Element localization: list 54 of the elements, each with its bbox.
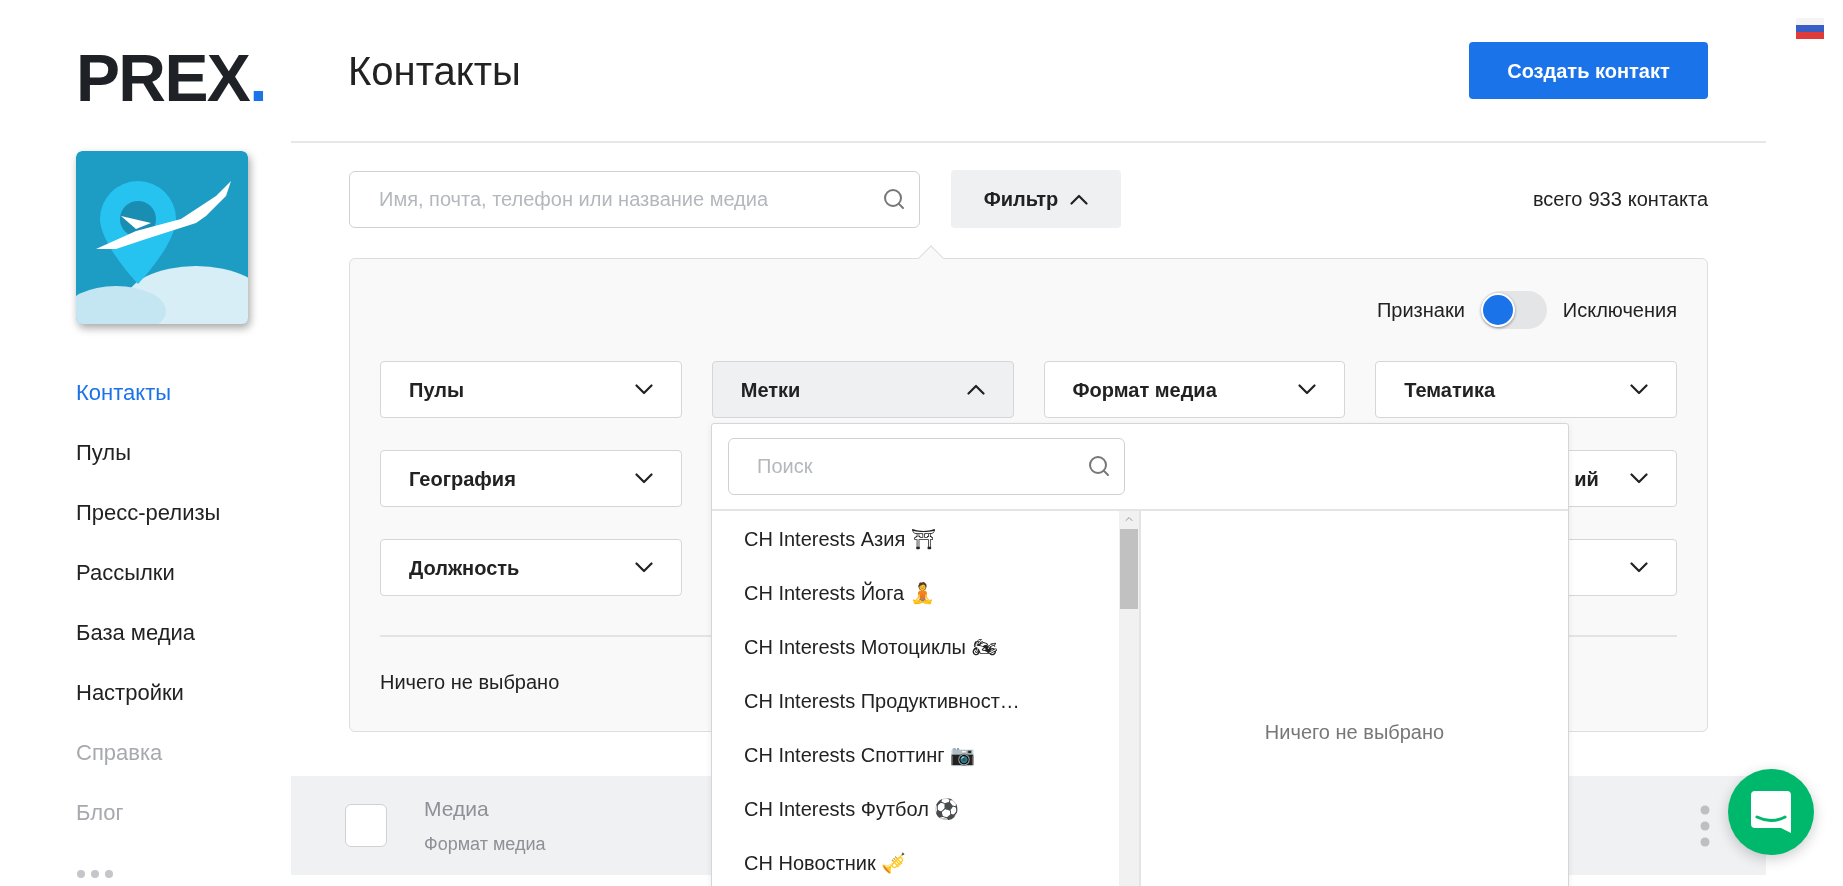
tag-search-field[interactable]: Поиск — [728, 438, 1125, 495]
kebab-menu-icon[interactable] — [1700, 804, 1710, 847]
selected-summary: Ничего не выбрано — [1264, 719, 1445, 745]
logo[interactable]: PREX. — [76, 36, 291, 111]
mode-label: Исключения — [1562, 298, 1677, 323]
chevron-up-icon — [966, 384, 985, 395]
sidebar-item[interactable]: База медиа — [76, 602, 291, 662]
filter-dropdown[interactable]: Формат медиа — [1043, 361, 1346, 418]
chevron-down-icon — [634, 473, 653, 484]
chevron-down-icon — [1630, 384, 1648, 395]
tag-option[interactable]: СН Interests Футбол ⚽ — [744, 782, 1119, 836]
search-icon[interactable] — [882, 186, 906, 211]
search-icon[interactable] — [1087, 454, 1111, 478]
search-field[interactable]: Имя, почта, телефон или название медиа — [349, 170, 920, 228]
column-title: Медиа — [424, 796, 490, 823]
scrollbar[interactable] — [1119, 511, 1139, 886]
filter-dropdown[interactable]: География — [380, 450, 682, 507]
selection-summary: Ничего не выбрано — [380, 670, 560, 695]
select-all-checkbox[interactable] — [345, 804, 387, 847]
total-label: всего — [1532, 187, 1583, 212]
sidebar-item[interactable]: Пулы — [76, 422, 291, 482]
more-icon[interactable] — [76, 869, 116, 879]
chevron-up-icon — [1070, 193, 1089, 205]
chevron-down-icon — [1298, 384, 1317, 395]
tag-option[interactable]: СН Interests Споттинг 📷 — [744, 728, 1119, 782]
tag-option[interactable]: СН Interests Мотоциклы 🏍 — [744, 620, 1119, 674]
tag-option[interactable]: СН Interests Азия ⛩ — [744, 512, 1119, 566]
filter-dropdown[interactable]: Метки — [711, 361, 1014, 418]
total-count: 933 — [1588, 187, 1622, 212]
chevron-down-icon — [634, 562, 653, 573]
column-subtitle: Формат медиа — [424, 832, 546, 856]
tag-option[interactable]: СН Interests Йога 🧘 — [744, 566, 1119, 620]
sidebar-item[interactable]: Пресс-релизы — [76, 482, 291, 542]
filter-dropdown[interactable]: Тематика — [1375, 361, 1677, 418]
create-contact-button[interactable]: Создать контакт — [1469, 42, 1708, 99]
mode-label: Признаки — [1376, 298, 1465, 323]
sidebar-item[interactable]: Рассылки — [76, 542, 291, 602]
chat-icon — [1751, 791, 1791, 833]
tag-option[interactable]: СН Новостник 🎺 — [744, 836, 1119, 886]
scrollbar-thumb[interactable] — [1120, 529, 1138, 609]
flag-icon[interactable] — [1796, 18, 1824, 39]
chat-button[interactable] — [1728, 769, 1814, 855]
filter-dropdown[interactable]: Должность — [380, 539, 682, 596]
chevron-down-icon — [634, 384, 653, 395]
filter-dropdown[interactable]: Пулы — [380, 361, 682, 418]
chevron-down-icon — [1630, 562, 1648, 573]
tag-option[interactable]: СН Interests Продуктивност… — [744, 674, 1119, 728]
sidebar-item[interactable]: Контакты — [76, 362, 291, 422]
total-label: контакта — [1627, 187, 1708, 212]
page-title: Контакты — [348, 47, 521, 95]
filter-button[interactable]: Фильтр — [951, 170, 1121, 228]
mode-toggle[interactable] — [1480, 291, 1547, 329]
chevron-down-icon — [1630, 473, 1648, 484]
sidebar-item[interactable]: Настройки — [76, 662, 291, 722]
